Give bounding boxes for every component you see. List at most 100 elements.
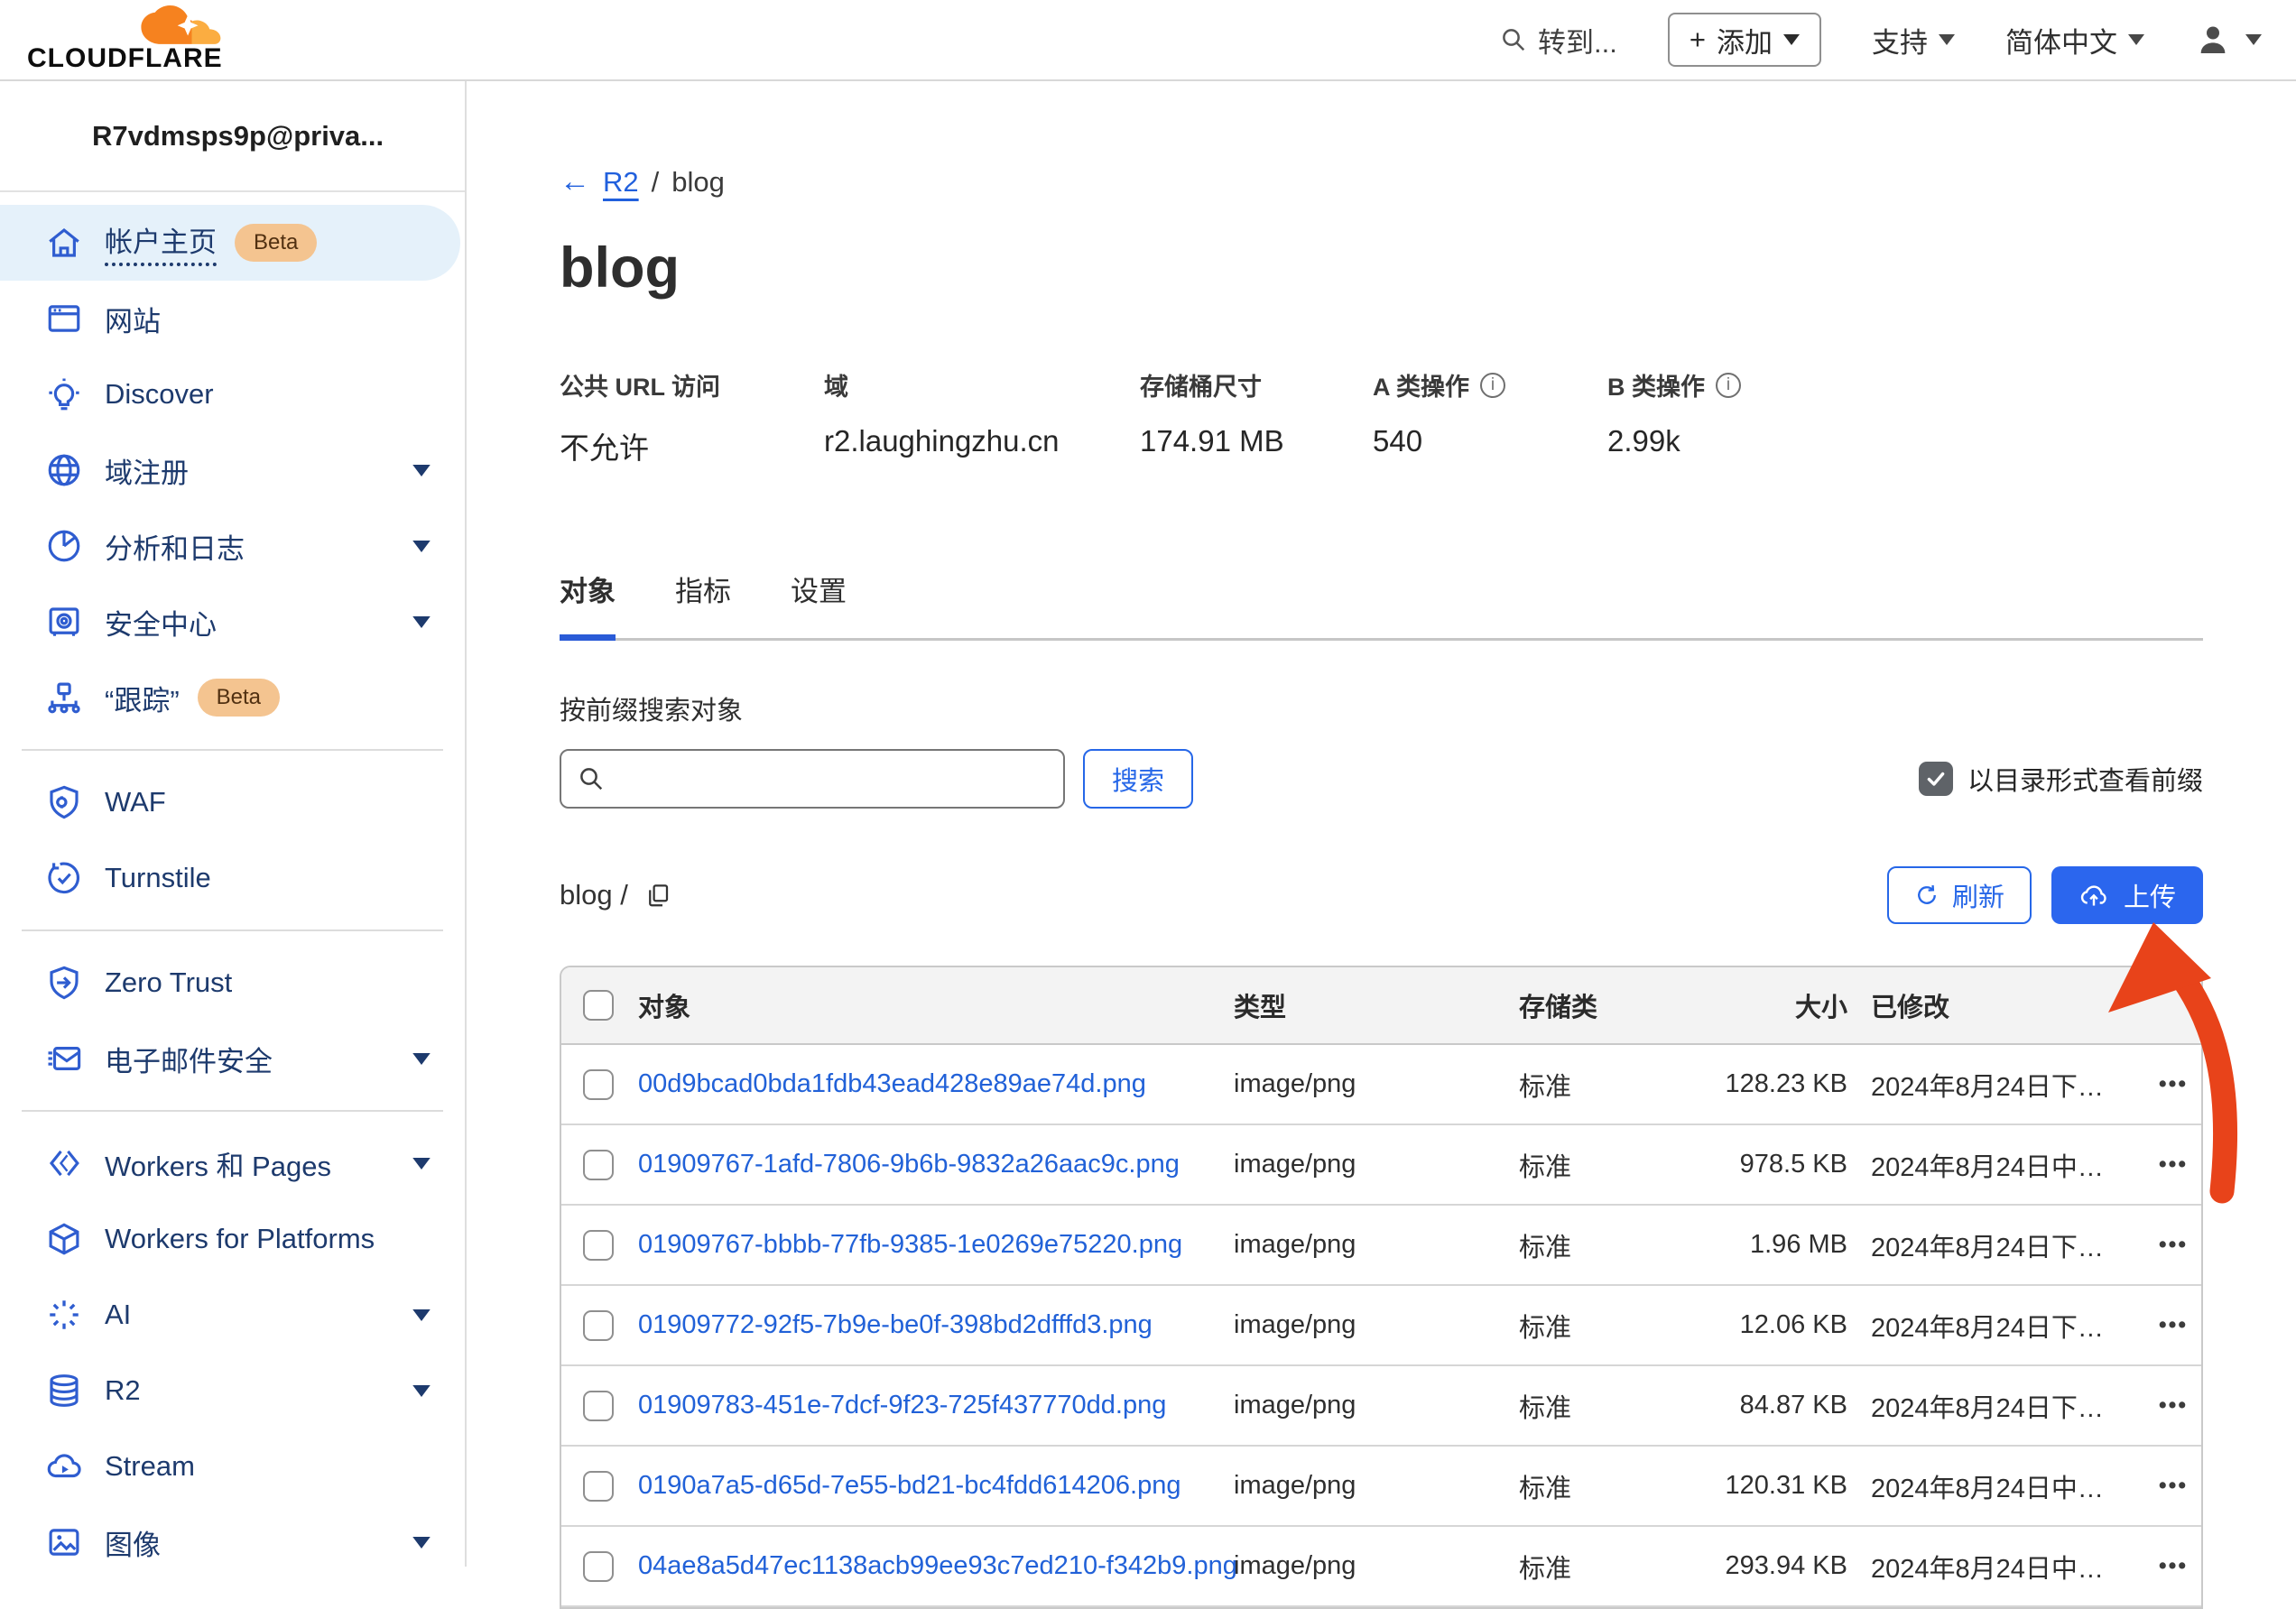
row-checkbox[interactable] [583, 1230, 614, 1261]
row-checkbox[interactable] [583, 1471, 614, 1502]
sidebar: R7vdmsps9p@priva... 帐户主页 Beta 网站 Discove… [0, 81, 467, 1567]
sidebar-item-label: Workers 和 Pages [105, 1143, 331, 1184]
browser-icon [45, 300, 83, 338]
beta-badge: Beta [235, 224, 317, 262]
row-menu-button[interactable]: ••• [2145, 1071, 2201, 1097]
row-menu-button[interactable]: ••• [2145, 1151, 2201, 1178]
pie-chart-icon [45, 527, 83, 565]
sidebar-item-ai[interactable]: AI [0, 1277, 465, 1353]
row-menu-button[interactable]: ••• [2145, 1312, 2201, 1338]
lightbulb-icon [45, 375, 83, 413]
sidebar-nav: 帐户主页 Beta 网站 Discover 域注册 分 [0, 192, 465, 1580]
object-link[interactable]: 01909767-bbbb-77fb-9385-1e0269e75220.png [638, 1230, 1182, 1259]
object-link[interactable]: 01909767-1afd-7806-9b6b-9832a26aac9c.png [638, 1150, 1180, 1179]
cloud-play-icon [45, 1447, 83, 1485]
sidebar-item-label: AI [105, 1299, 131, 1331]
object-link[interactable]: 01909783-451e-7dcf-9f23-725f437770dd.png [638, 1391, 1166, 1419]
sidebar-item-label: Stream [105, 1450, 195, 1483]
add-button-label: 添加 [1717, 20, 1773, 60]
cloud-upload-icon [2078, 882, 2109, 909]
chevron-down-icon [1783, 34, 1800, 45]
sidebar-item-waf[interactable]: WAF [0, 764, 465, 840]
object-storage-class: 标准 [1519, 1226, 1681, 1264]
column-header-modified: 已修改 [1847, 986, 2145, 1024]
sidebar-item-label: WAF [105, 786, 166, 818]
object-link[interactable]: 0190a7a5-d65d-7e55-bd21-bc4fdd614206.png [638, 1471, 1180, 1500]
sidebar-item-zero-trust[interactable]: Zero Trust [0, 945, 465, 1021]
row-menu-button[interactable]: ••• [2145, 1473, 2201, 1499]
object-link[interactable]: 04ae8a5d47ec1138acb99ee93c7ed210-f342b9.… [638, 1551, 1237, 1580]
object-type: image/png [1234, 1230, 1519, 1260]
tab-settings[interactable]: 设置 [791, 569, 847, 641]
search-button[interactable]: 搜索 [1083, 749, 1193, 809]
sidebar-item-workers-pages[interactable]: Workers 和 Pages [0, 1125, 465, 1201]
sidebar-item-label: Discover [105, 378, 214, 411]
sidebar-item-analytics-logs[interactable]: 分析和日志 [0, 508, 465, 584]
account-name[interactable]: R7vdmsps9p@priva... [0, 81, 465, 192]
object-storage-class: 标准 [1519, 1066, 1681, 1104]
current-path: blog / [560, 879, 628, 911]
breadcrumb: ← R2 / blog [560, 164, 2203, 199]
back-arrow-icon[interactable]: ← [560, 164, 590, 199]
chevron-down-icon [412, 616, 430, 628]
sidebar-item-label: 网站 [105, 299, 161, 339]
support-menu[interactable]: 支持 [1872, 20, 1955, 60]
info-icon[interactable]: i [1480, 373, 1505, 398]
prefix-search-input[interactable] [560, 749, 1065, 809]
stat-value: r2.laughingzhu.cn [824, 424, 1140, 458]
stat-label: A 类操作 [1373, 367, 1469, 402]
row-checkbox[interactable] [583, 1069, 614, 1100]
sidebar-item-workers-for-platforms[interactable]: Workers for Platforms [0, 1201, 465, 1277]
object-size: 1.96 MB [1681, 1230, 1847, 1260]
directory-view-checkbox[interactable] [1919, 762, 1953, 796]
stat-value: 174.91 MB [1140, 424, 1373, 458]
row-checkbox[interactable] [583, 1310, 614, 1341]
cloudflare-logo[interactable]: CLOUDFLARE [27, 5, 269, 74]
add-button[interactable]: + 添加 [1668, 13, 1821, 67]
tab-metrics[interactable]: 指标 [675, 569, 731, 641]
row-checkbox[interactable] [583, 1150, 614, 1180]
sidebar-item-email-security[interactable]: 电子邮件安全 [0, 1021, 465, 1096]
stat-label: 存储桶尺寸 [1140, 367, 1262, 402]
select-all-checkbox[interactable] [583, 990, 614, 1021]
global-search[interactable]: 转到... [1500, 20, 1617, 60]
object-modified: 2024年8月24日中… [1847, 1146, 2145, 1184]
row-menu-button[interactable]: ••• [2145, 1232, 2201, 1258]
sidebar-item-websites[interactable]: 网站 [0, 281, 465, 356]
object-link[interactable]: 01909772-92f5-7b9e-be0f-398bd2dfffd3.png [638, 1310, 1153, 1339]
breadcrumb-r2-link[interactable]: R2 [603, 166, 639, 199]
copy-path-button[interactable] [644, 882, 671, 909]
sidebar-item-turnstile[interactable]: Turnstile [0, 840, 465, 916]
sidebar-item-trace[interactable]: “跟踪” Beta [0, 660, 465, 735]
sidebar-item-label: 电子邮件安全 [105, 1039, 273, 1079]
language-menu[interactable]: 简体中文 [2005, 20, 2144, 60]
tab-bar: 对象 指标 设置 [560, 569, 2203, 641]
stat-value: 2.99k [1607, 424, 1741, 458]
object-storage-class: 标准 [1519, 1307, 1681, 1345]
prefix-search-box [560, 749, 1065, 809]
objects-table: 对象 类型 存储类 大小 已修改 00d9bcad0bda1fdb43ead42… [560, 966, 2203, 1609]
row-menu-button[interactable]: ••• [2145, 1392, 2201, 1419]
cloudflare-wordmark: CLOUDFLARE [27, 43, 269, 74]
sidebar-item-r2[interactable]: R2 [0, 1353, 465, 1429]
sidebar-item-images[interactable]: 图像 [0, 1504, 465, 1580]
clock-check-icon [45, 859, 83, 897]
sidebar-item-stream[interactable]: Stream [0, 1429, 465, 1504]
sidebar-item-domain-registration[interactable]: 域注册 [0, 432, 465, 508]
sidebar-item-account-home[interactable]: 帐户主页 Beta [0, 205, 460, 281]
sidebar-item-security-center[interactable]: 安全中心 [0, 584, 465, 660]
refresh-button[interactable]: 刷新 [1887, 866, 2032, 924]
sidebar-item-discover[interactable]: Discover [0, 356, 465, 432]
object-link[interactable]: 00d9bcad0bda1fdb43ead428e89ae74d.png [638, 1069, 1146, 1098]
user-menu[interactable] [2195, 22, 2262, 58]
stat-bucket-size: 存储桶尺寸 174.91 MB [1140, 367, 1373, 467]
info-icon[interactable]: i [1716, 373, 1741, 398]
sidebar-item-label: Zero Trust [105, 966, 232, 999]
tab-objects[interactable]: 对象 [560, 569, 616, 641]
upload-button[interactable]: 上传 [2051, 866, 2203, 924]
column-header-size: 大小 [1681, 986, 1847, 1024]
chevron-down-icon [412, 1537, 430, 1549]
chevron-down-icon [412, 541, 430, 552]
row-checkbox[interactable] [583, 1391, 614, 1421]
sidebar-item-label: 分析和日志 [105, 526, 245, 567]
